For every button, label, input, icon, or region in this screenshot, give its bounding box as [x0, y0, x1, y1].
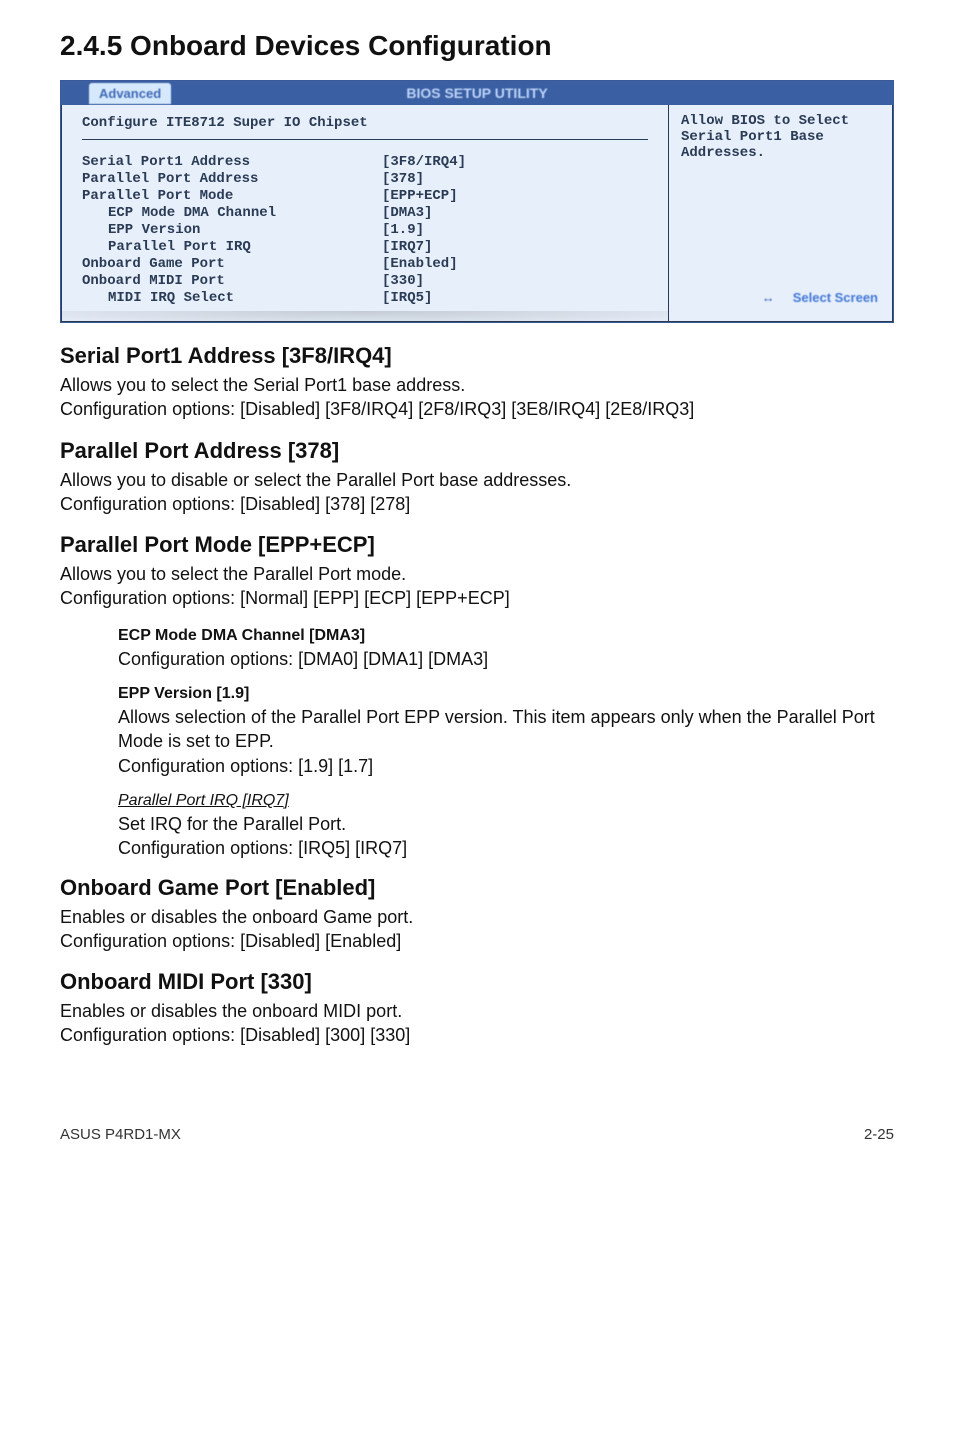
parallel-port-irq-title: Parallel Port IRQ [IRQ7]: [118, 792, 894, 810]
bios-option-value: [Enabled]: [382, 256, 458, 272]
bios-body: Configure ITE8712 Super IO Chipset Seria…: [61, 105, 893, 322]
footer-left: ASUS P4RD1-MX: [60, 1126, 181, 1143]
onboard-game-port-title: Onboard Game Port [Enabled]: [60, 875, 894, 901]
bios-option-value: [1.9]: [382, 222, 424, 238]
onboard-midi-port-title: Onboard MIDI Port [330]: [60, 969, 894, 995]
bios-option-value: [3F8/IRQ4]: [382, 154, 466, 170]
bios-option-label: Parallel Port Mode: [82, 188, 382, 204]
bios-option-label: Parallel Port Address: [82, 171, 382, 187]
bios-help-text: Allow BIOS to Select Serial Port1 Base A…: [681, 113, 880, 161]
bios-option-label: Parallel Port IRQ: [82, 239, 382, 255]
epp-version-body: Allows selection of the Parallel Port EP…: [118, 705, 894, 778]
onboard-game-port-body: Enables or disables the onboard Game por…: [60, 905, 894, 954]
ecp-mode-title: ECP Mode DMA Channel [DMA3]: [118, 627, 894, 645]
bios-option-value: [IRQ5]: [382, 290, 432, 306]
parallel-port-irq-body: Set IRQ for the Parallel Port. Configura…: [118, 812, 894, 861]
section-title: 2.4.5 Onboard Devices Configuration: [60, 30, 894, 62]
serial-port1-body: Allows you to select the Serial Port1 ba…: [60, 373, 894, 422]
bios-header: Advanced BIOS SETUP UTILITY: [61, 81, 893, 105]
bios-option-label: Onboard MIDI Port: [82, 273, 382, 289]
bios-options-list: Serial Port1 Address[3F8/IRQ4]Parallel P…: [82, 154, 648, 306]
parallel-port-address-body: Allows you to disable or select the Para…: [60, 468, 894, 517]
footer-right: 2-25: [864, 1126, 894, 1143]
bios-option-row[interactable]: Onboard MIDI Port[330]: [82, 273, 648, 289]
bios-option-value: [EPP+ECP]: [382, 188, 458, 204]
bios-nav-label: Select Screen: [793, 290, 878, 305]
bios-option-value: [IRQ7]: [382, 239, 432, 255]
bios-left-panel: Configure ITE8712 Super IO Chipset Seria…: [61, 105, 668, 322]
parallel-port-mode-body: Allows you to select the Parallel Port m…: [60, 562, 894, 611]
ecp-mode-body: Configuration options: [DMA0] [DMA1] [DM…: [118, 647, 894, 671]
bios-help-panel: Allow BIOS to Select Serial Port1 Base A…: [668, 105, 893, 322]
parallel-port-mode-title: Parallel Port Mode [EPP+ECP]: [60, 532, 894, 558]
bios-tab-advanced[interactable]: Advanced: [89, 83, 171, 104]
parallel-port-address-title: Parallel Port Address [378]: [60, 438, 894, 464]
bios-help-line: Addresses.: [681, 145, 880, 161]
bios-option-label: Serial Port1 Address: [82, 154, 382, 170]
onboard-midi-port-body: Enables or disables the onboard MIDI por…: [60, 999, 894, 1048]
bios-option-value: [378]: [382, 171, 424, 187]
epp-version-title: EPP Version [1.9]: [118, 685, 894, 703]
bios-option-row[interactable]: MIDI IRQ Select[IRQ5]: [82, 290, 648, 306]
bios-option-label: ECP Mode DMA Channel: [82, 205, 382, 221]
bios-option-row[interactable]: Onboard Game Port[Enabled]: [82, 256, 648, 272]
bios-option-row[interactable]: Parallel Port Address[378]: [82, 171, 648, 187]
bios-option-value: [330]: [382, 273, 424, 289]
bios-chipset-label: Configure ITE8712 Super IO Chipset: [82, 113, 648, 140]
bios-option-value: [DMA3]: [382, 205, 432, 221]
bios-option-label: MIDI IRQ Select: [82, 290, 382, 306]
bios-help-line: Serial Port1 Base: [681, 129, 880, 145]
page-footer: ASUS P4RD1-MX 2-25: [60, 1118, 894, 1143]
left-right-arrow-icon: ↔: [762, 290, 775, 305]
bios-option-row[interactable]: Serial Port1 Address[3F8/IRQ4]: [82, 154, 648, 170]
bios-header-title: BIOS SETUP UTILITY: [406, 85, 547, 101]
bios-option-row[interactable]: Parallel Port IRQ[IRQ7]: [82, 239, 648, 255]
bios-option-row[interactable]: EPP Version[1.9]: [82, 222, 648, 238]
bios-setup-utility: Advanced BIOS SETUP UTILITY Configure IT…: [60, 80, 894, 323]
bios-option-row[interactable]: Parallel Port Mode[EPP+ECP]: [82, 188, 648, 204]
bios-nav-hint: ↔ Select Screen: [762, 290, 878, 305]
bios-option-label: Onboard Game Port: [82, 256, 382, 272]
bios-option-row[interactable]: ECP Mode DMA Channel[DMA3]: [82, 205, 648, 221]
bios-help-line: Allow BIOS to Select: [681, 113, 880, 129]
serial-port1-title: Serial Port1 Address [3F8/IRQ4]: [60, 343, 894, 369]
bios-option-label: EPP Version: [82, 222, 382, 238]
